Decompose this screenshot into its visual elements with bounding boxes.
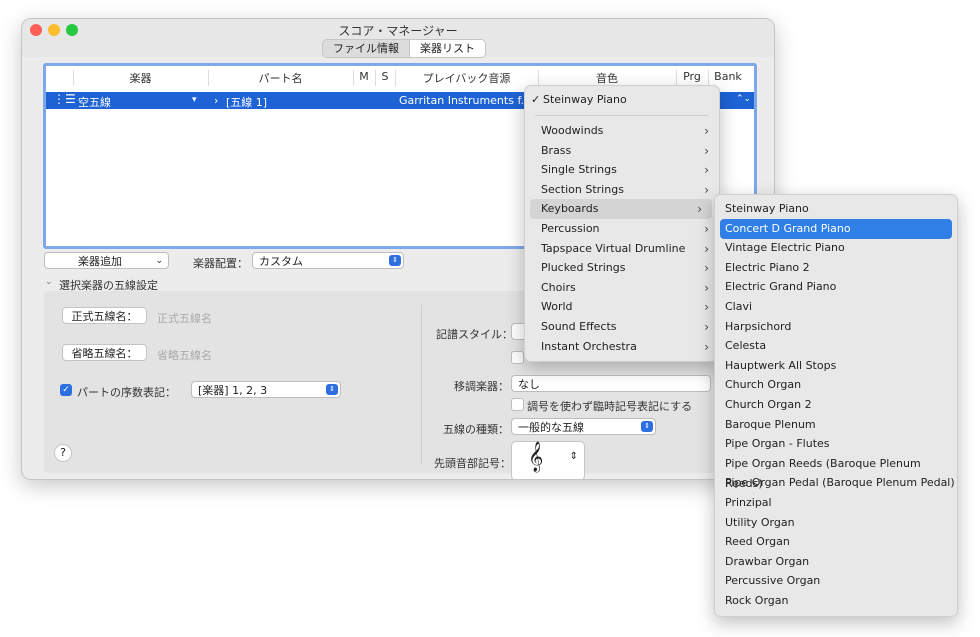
staff-type-popup[interactable]: 一般的な五線 ⇕ [511, 418, 656, 435]
transposing-popup[interactable]: なし [511, 375, 711, 392]
section-disclosure-icon[interactable]: ⌄ [45, 277, 53, 287]
menu-item-steinway-piano[interactable]: Steinway Piano [715, 199, 957, 219]
add-instrument-popup[interactable]: 楽器追加 ⌄ [44, 252, 169, 269]
tab-segment: ファイル情報 楽器リスト [322, 39, 486, 58]
menu-item-keyboards[interactable]: Keyboards › [530, 199, 712, 220]
column-header-mute[interactable]: M [353, 70, 375, 83]
menu-item-celesta[interactable]: Celesta [715, 336, 957, 356]
column-header-bank[interactable]: Bank [708, 70, 748, 83]
chevron-down-icon: ⌄ [155, 256, 163, 266]
part-ordinal-checkbox[interactable]: ✓ [60, 384, 72, 396]
column-header-solo[interactable]: S [375, 70, 395, 83]
row-part-name[interactable]: [五線 1] [226, 94, 267, 110]
staff-type-label: 五線の種類： [443, 423, 509, 436]
key-signature-checkbox[interactable] [511, 398, 524, 411]
menu-item-plucked-strings[interactable]: Plucked Strings › [525, 258, 719, 278]
first-clef-label: 先頭音部記号： [434, 457, 511, 470]
column-header-sound[interactable]: 音色 [538, 70, 676, 86]
tab-file-info[interactable]: ファイル情報 [323, 40, 409, 57]
menu-item-woodwinds[interactable]: Woodwinds › [525, 121, 719, 141]
menu-item-percussive-organ[interactable]: Percussive Organ [715, 571, 957, 591]
menu-item-baroque-plenum[interactable]: Baroque Plenum [715, 415, 957, 435]
menu-item-single-strings[interactable]: Single Strings › [525, 160, 719, 180]
notation-style-label: 記譜スタイル： [436, 328, 513, 341]
row-instrument[interactable]: 空五線 [78, 94, 111, 110]
placement-label: 楽器配置： [193, 257, 248, 270]
column-header-program[interactable]: Prg [676, 70, 708, 83]
menu-item-pipe-organ-pedal-baroque-plenum-pedal-[interactable]: Pipe Organ Pedal (Baroque Plenum Pedal) [715, 473, 957, 493]
menu-item-tapspace-virtual-drumline[interactable]: Tapspace Virtual Drumline › [525, 239, 719, 259]
menu-item-reed-organ[interactable]: Reed Organ [715, 532, 957, 552]
chevron-right-icon: › [704, 261, 709, 276]
menu-item-current[interactable]: ✓ Steinway Piano [525, 90, 719, 110]
stepper-icon: ⇕ [641, 421, 653, 432]
part-ordinal-label: パートの序数表記： [77, 386, 176, 399]
disclosure-chevron-icon[interactable]: › [214, 94, 218, 107]
chevron-down-icon[interactable]: ▾ [192, 95, 197, 105]
help-button[interactable]: ? [54, 444, 72, 462]
keyboards-submenu: Steinway Piano Concert D Grand Piano Vinta… [714, 194, 958, 617]
notation-checkbox[interactable] [511, 351, 524, 364]
chevron-right-icon: › [697, 202, 702, 217]
chevron-right-icon: › [704, 163, 709, 178]
transposing-label: 移調楽器： [454, 380, 509, 393]
menu-item-electric-grand-piano[interactable]: Electric Grand Piano [715, 277, 957, 297]
menu-item-prinzipal[interactable]: Prinzipal [715, 493, 957, 513]
menu-item-church-organ-2[interactable]: Church Organ 2 [715, 395, 957, 415]
chevron-right-icon: › [704, 241, 709, 256]
row-playback[interactable]: Garritan Instruments f... [399, 94, 531, 107]
column-header-instrument[interactable]: 楽器 [73, 70, 208, 86]
menu-item-sound-effects[interactable]: Sound Effects › [525, 317, 719, 337]
stepper-icon: ⇕ [326, 384, 338, 395]
checkmark-icon: ✓ [531, 93, 541, 106]
menu-item-clavi[interactable]: Clavi [715, 297, 957, 317]
column-header-part-name[interactable]: パート名 [208, 70, 353, 86]
abbr-name-button[interactable]: 省略五線名： [62, 344, 147, 361]
full-name-button[interactable]: 正式五線名： [62, 307, 147, 324]
menu-item-vintage-electric-piano[interactable]: Vintage Electric Piano [715, 238, 957, 258]
abbr-name-placeholder[interactable]: 省略五線名 [157, 347, 212, 363]
chevron-right-icon: › [704, 182, 709, 197]
key-signature-checkbox-label: 調号を使わず臨時記号表記にする [527, 400, 693, 413]
chevron-right-icon: › [704, 143, 709, 158]
column-header-playback[interactable]: プレイバック音源 [395, 70, 538, 86]
menu-item-percussion[interactable]: Percussion › [525, 219, 719, 239]
chevron-right-icon: › [704, 124, 709, 138]
window-title: スコア・マネージャー [338, 24, 458, 38]
part-ordinal-popup[interactable]: [楽器] 1, 2, 3 ⇕ [191, 381, 341, 398]
clef-picker[interactable]: 𝄞 ⇕ [511, 441, 585, 479]
menu-item-drawbar-organ[interactable]: Drawbar Organ [715, 552, 957, 572]
menu-item-world[interactable]: World › [525, 297, 719, 317]
menu-item-hauptwerk-all-stops[interactable]: Hauptwerk All Stops [715, 356, 957, 376]
bank-stepper-icon[interactable]: ⌃⌄ [736, 94, 751, 104]
menu-item-church-organ[interactable]: Church Organ [715, 375, 957, 395]
chevron-right-icon: › [704, 222, 709, 236]
menu-item-choirs[interactable]: Choirs › [525, 278, 719, 298]
menu-item-utility-organ[interactable]: Utility Organ [715, 513, 957, 533]
menu-item-pipe-organ-flutes[interactable]: Pipe Organ - Flutes [715, 434, 957, 454]
chevron-right-icon: › [704, 280, 709, 295]
menu-item-concert-d-grand-piano[interactable]: Concert D Grand Piano [720, 218, 952, 239]
menu-item-pipe-organ-reeds-baroque-plenum-reeds-[interactable]: Pipe Organ Reeds (Baroque Plenum Reeds) [715, 454, 957, 490]
sound-menu: ✓ Steinway Piano Woodwinds › Brass › Single … [524, 85, 720, 362]
chevron-right-icon: › [704, 320, 709, 334]
menu-item-instant-orchestra[interactable]: Instant Orchestra › [525, 337, 719, 357]
title-bar: スコア・マネージャー ファイル情報 楽器リスト [22, 19, 774, 58]
menu-item-electric-piano-2[interactable]: Electric Piano 2 [715, 258, 957, 278]
reorder-handle-icon[interactable]: ⋮☰ [53, 92, 76, 106]
stepper-icon: ⇕ [569, 451, 578, 462]
full-name-placeholder[interactable]: 正式五線名 [157, 310, 212, 326]
treble-clef-icon: 𝄞 [528, 442, 544, 472]
menu-item-brass[interactable]: Brass › [525, 141, 719, 161]
menu-item-harpsichord[interactable]: Harpsichord [715, 317, 957, 337]
menu-item-section-strings[interactable]: Section Strings › [525, 180, 719, 200]
placement-popup[interactable]: カスタム ⇕ [252, 252, 404, 269]
menu-item-rock-organ[interactable]: Rock Organ [715, 591, 957, 611]
chevron-right-icon: › [704, 300, 709, 315]
tab-instrument-list[interactable]: 楽器リスト [409, 40, 485, 57]
chevron-right-icon: › [704, 339, 709, 354]
stepper-icon: ⇕ [389, 255, 401, 266]
